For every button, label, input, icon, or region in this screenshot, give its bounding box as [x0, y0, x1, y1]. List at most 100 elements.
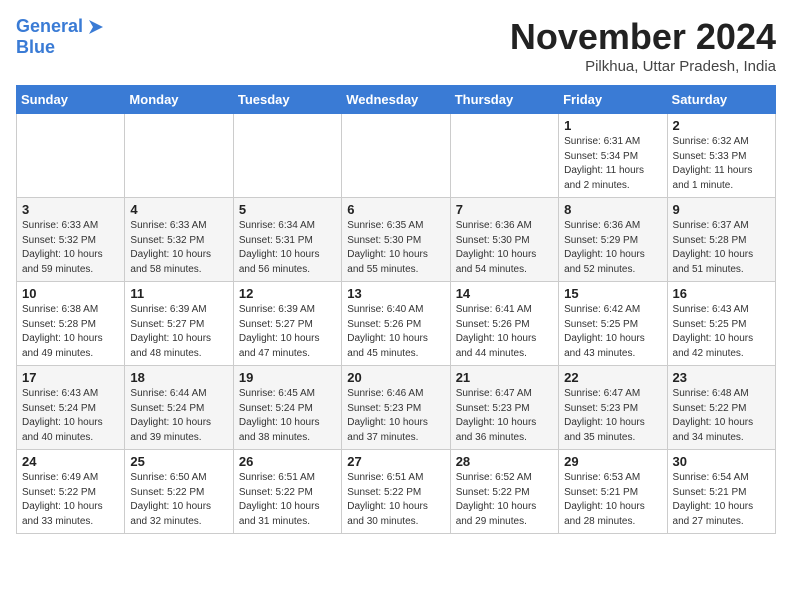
- empty-cell: [342, 114, 450, 198]
- header-sunday: Sunday: [17, 86, 125, 114]
- day-info-18: Sunrise: 6:44 AM Sunset: 5:24 PM Dayligh…: [130, 387, 227, 445]
- day-cell-2: 2Sunrise: 6:32 AM Sunset: 5:33 PM Daylig…: [667, 114, 775, 198]
- day-cell-18: 18 Sunrise: 6:44 AM Sunset: 5:24 PM Dayli…: [125, 366, 233, 450]
- subtitle: Pilkhua, Uttar Pradesh, India: [510, 58, 776, 75]
- header-monday: Monday: [125, 86, 233, 114]
- day-number-18: 18: [130, 370, 227, 385]
- day-number-7: 7: [456, 202, 553, 217]
- day-number-19: 19: [239, 370, 336, 385]
- day-cell-7: 7 Sunrise: 6:36 AM Sunset: 5:30 PM Daylig…: [450, 198, 558, 282]
- day-cell-10: 10Sunrise: 6:38 AM Sunset: 5:28 PM Dayli…: [17, 282, 125, 366]
- day-cell-26: 26Sunrise: 6:51 AM Sunset: 5:22 PM Dayli…: [233, 450, 341, 534]
- day-cell-20: 20 Sunrise: 6:46 AM Sunset: 5:23 PM Dayli…: [342, 366, 450, 450]
- day-number-11: 11: [130, 286, 227, 301]
- day-info-14: Sunrise: 6:41 AM Sunset: 5:26 PM Dayligh…: [456, 303, 553, 361]
- day-info-8: Sunrise: 6:36 AM Sunset: 5:29 PM Dayligh…: [564, 219, 661, 277]
- calendar: SundayMondayTuesdayWednesdayThursdayFrid…: [16, 85, 776, 534]
- day-cell-19: 19 Sunrise: 6:45 AM Sunset: 5:24 PM Dayli…: [233, 366, 341, 450]
- day-cell-11: 11 Sunrise: 6:39 AM Sunset: 5:27 PM Dayli…: [125, 282, 233, 366]
- day-number-12: 12: [239, 286, 336, 301]
- day-info-24: Sunrise: 6:49 AM Sunset: 5:22 PM Dayligh…: [22, 471, 119, 529]
- day-cell-17: 17 Sunrise: 6:43 AM Sunset: 5:24 PM Dayli…: [17, 366, 125, 450]
- day-cell-28: 28 Sunrise: 6:52 AM Sunset: 5:22 PM Dayli…: [450, 450, 558, 534]
- page: General Blue November 2024 Pilkhua, Utta…: [0, 0, 792, 550]
- header-row-days: SundayMondayTuesdayWednesdayThursdayFrid…: [17, 86, 776, 114]
- day-cell-25: 25 Sunrise: 6:50 AM Sunset: 5:22 PM Dayli…: [125, 450, 233, 534]
- day-number-17: 17: [22, 370, 119, 385]
- week-row-4: 17 Sunrise: 6:43 AM Sunset: 5:24 PM Dayli…: [17, 366, 776, 450]
- day-info-22: Sunrise: 6:47 AM Sunset: 5:23 PM Dayligh…: [564, 387, 661, 445]
- day-number-25: 25: [130, 454, 227, 469]
- day-number-13: 13: [347, 286, 444, 301]
- day-info-30: Sunrise: 6:54 AM Sunset: 5:21 PM Dayligh…: [673, 471, 770, 529]
- day-number-21: 21: [456, 370, 553, 385]
- day-number-6: 6: [347, 202, 444, 217]
- header-saturday: Saturday: [667, 86, 775, 114]
- day-number-15: 15: [564, 286, 661, 301]
- day-info-20: Sunrise: 6:46 AM Sunset: 5:23 PM Dayligh…: [347, 387, 444, 445]
- day-info-7: Sunrise: 6:36 AM Sunset: 5:30 PM Dayligh…: [456, 219, 553, 277]
- day-cell-1: 1Sunrise: 6:31 AM Sunset: 5:34 PM Daylig…: [559, 114, 667, 198]
- day-cell-30: 30 Sunrise: 6:54 AM Sunset: 5:21 PM Dayli…: [667, 450, 775, 534]
- day-cell-3: 3 Sunrise: 6:33 AM Sunset: 5:32 PM Daylig…: [17, 198, 125, 282]
- day-cell-4: 4 Sunrise: 6:33 AM Sunset: 5:32 PM Daylig…: [125, 198, 233, 282]
- day-info-4: Sunrise: 6:33 AM Sunset: 5:32 PM Dayligh…: [130, 219, 227, 277]
- day-number-30: 30: [673, 454, 770, 469]
- day-number-3: 3: [22, 202, 119, 217]
- header-tuesday: Tuesday: [233, 86, 341, 114]
- title-block: November 2024 Pilkhua, Uttar Pradesh, In…: [510, 16, 776, 75]
- day-number-8: 8: [564, 202, 661, 217]
- empty-cell: [125, 114, 233, 198]
- day-cell-23: 23 Sunrise: 6:48 AM Sunset: 5:22 PM Dayli…: [667, 366, 775, 450]
- day-cell-14: 14 Sunrise: 6:41 AM Sunset: 5:26 PM Dayli…: [450, 282, 558, 366]
- day-number-10: 10: [22, 286, 119, 301]
- empty-cell: [450, 114, 558, 198]
- week-row-5: 24Sunrise: 6:49 AM Sunset: 5:22 PM Dayli…: [17, 450, 776, 534]
- empty-cell: [233, 114, 341, 198]
- day-info-19: Sunrise: 6:45 AM Sunset: 5:24 PM Dayligh…: [239, 387, 336, 445]
- header-wednesday: Wednesday: [342, 86, 450, 114]
- day-number-28: 28: [456, 454, 553, 469]
- day-number-4: 4: [130, 202, 227, 217]
- day-cell-8: 8 Sunrise: 6:36 AM Sunset: 5:29 PM Daylig…: [559, 198, 667, 282]
- day-info-13: Sunrise: 6:40 AM Sunset: 5:26 PM Dayligh…: [347, 303, 444, 361]
- logo-text: General Blue: [16, 16, 107, 58]
- day-number-20: 20: [347, 370, 444, 385]
- day-info-1: Sunrise: 6:31 AM Sunset: 5:34 PM Dayligh…: [564, 135, 661, 193]
- day-info-5: Sunrise: 6:34 AM Sunset: 5:31 PM Dayligh…: [239, 219, 336, 277]
- day-info-23: Sunrise: 6:48 AM Sunset: 5:22 PM Dayligh…: [673, 387, 770, 445]
- day-cell-13: 13 Sunrise: 6:40 AM Sunset: 5:26 PM Dayli…: [342, 282, 450, 366]
- day-cell-27: 27 Sunrise: 6:51 AM Sunset: 5:22 PM Dayli…: [342, 450, 450, 534]
- day-number-9: 9: [673, 202, 770, 217]
- header-thursday: Thursday: [450, 86, 558, 114]
- day-info-12: Sunrise: 6:39 AM Sunset: 5:27 PM Dayligh…: [239, 303, 336, 361]
- day-info-27: Sunrise: 6:51 AM Sunset: 5:22 PM Dayligh…: [347, 471, 444, 529]
- day-number-23: 23: [673, 370, 770, 385]
- day-info-16: Sunrise: 6:43 AM Sunset: 5:25 PM Dayligh…: [673, 303, 770, 361]
- day-number-5: 5: [239, 202, 336, 217]
- day-cell-21: 21 Sunrise: 6:47 AM Sunset: 5:23 PM Dayli…: [450, 366, 558, 450]
- header-friday: Friday: [559, 86, 667, 114]
- logo-arrow-icon: [85, 16, 107, 38]
- day-cell-24: 24Sunrise: 6:49 AM Sunset: 5:22 PM Dayli…: [17, 450, 125, 534]
- day-number-27: 27: [347, 454, 444, 469]
- day-number-16: 16: [673, 286, 770, 301]
- day-cell-29: 29Sunrise: 6:53 AM Sunset: 5:21 PM Dayli…: [559, 450, 667, 534]
- logo-blue: Blue: [16, 38, 107, 58]
- day-info-21: Sunrise: 6:47 AM Sunset: 5:23 PM Dayligh…: [456, 387, 553, 445]
- day-info-6: Sunrise: 6:35 AM Sunset: 5:30 PM Dayligh…: [347, 219, 444, 277]
- day-number-29: 29: [564, 454, 661, 469]
- header-row: General Blue November 2024 Pilkhua, Utta…: [16, 16, 776, 75]
- day-number-2: 2: [673, 118, 770, 133]
- day-number-14: 14: [456, 286, 553, 301]
- logo-general: General: [16, 16, 83, 36]
- day-info-17: Sunrise: 6:43 AM Sunset: 5:24 PM Dayligh…: [22, 387, 119, 445]
- day-cell-5: 5 Sunrise: 6:34 AM Sunset: 5:31 PM Daylig…: [233, 198, 341, 282]
- day-cell-22: 22Sunrise: 6:47 AM Sunset: 5:23 PM Dayli…: [559, 366, 667, 450]
- day-info-3: Sunrise: 6:33 AM Sunset: 5:32 PM Dayligh…: [22, 219, 119, 277]
- day-info-25: Sunrise: 6:50 AM Sunset: 5:22 PM Dayligh…: [130, 471, 227, 529]
- day-info-28: Sunrise: 6:52 AM Sunset: 5:22 PM Dayligh…: [456, 471, 553, 529]
- week-row-3: 10Sunrise: 6:38 AM Sunset: 5:28 PM Dayli…: [17, 282, 776, 366]
- day-info-11: Sunrise: 6:39 AM Sunset: 5:27 PM Dayligh…: [130, 303, 227, 361]
- day-info-9: Sunrise: 6:37 AM Sunset: 5:28 PM Dayligh…: [673, 219, 770, 277]
